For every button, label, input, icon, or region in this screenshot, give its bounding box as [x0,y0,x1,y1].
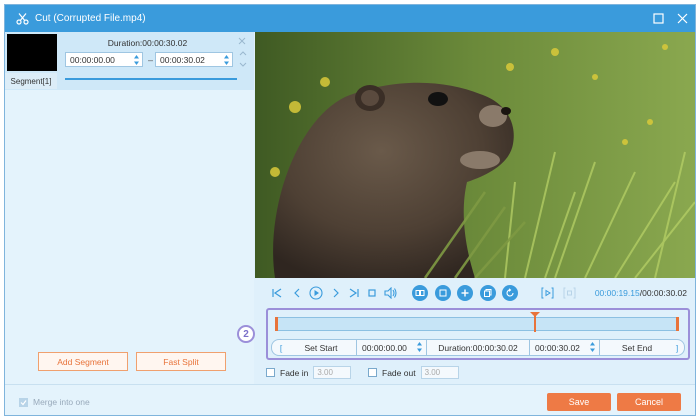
playhead-marker-icon[interactable] [530,312,540,317]
total-time: 00:00:30.02 [642,288,687,298]
spinner-icon[interactable] [223,54,230,66]
start-trim-handle[interactable] [275,317,278,331]
spinner-icon[interactable] [589,341,596,353]
volume-icon[interactable] [382,285,398,301]
segment-start-value: 00:00:00.00 [70,54,115,65]
divider [426,340,427,355]
divider [529,340,530,355]
segment-panel: Segment[1] Duration:00:00:30.02 00:00:00… [5,32,254,384]
segment-label: Segment[1] [5,73,57,89]
current-time: 00:00:19.15 [594,288,640,298]
spinner-icon[interactable] [133,54,140,66]
add-segment-icon[interactable] [457,285,473,301]
skip-start-icon[interactable] [269,285,285,301]
segment-start-field[interactable]: 00:00:00.00 [65,52,143,67]
set-end-button[interactable]: Set End [601,340,673,355]
segment-card[interactable]: Segment[1] Duration:00:00:30.02 00:00:00… [5,32,254,90]
playback-controls: 00:00:19.15/00:00:30.02 [255,281,695,305]
stop-segment-icon[interactable] [561,285,577,301]
end-bracket: ] [675,342,679,353]
trim-end-value: 00:00:30.02 [535,342,580,353]
delete-segment-icon[interactable] [237,36,247,46]
save-button[interactable]: Save [547,393,611,411]
add-segment-button[interactable]: Add Segment [38,352,128,371]
maximize-icon[interactable] [651,11,665,25]
divider [599,340,600,355]
fade-out-label: Fade out [382,367,416,378]
fast-split-button[interactable]: Fast Split [136,352,226,371]
merge-checkbox[interactable] [19,397,28,407]
segment-end-value: 00:00:30.02 [160,54,205,65]
spinner-icon[interactable] [416,341,423,353]
segment-duration: Duration:00:00:30.02 [107,38,188,48]
fade-in-option[interactable]: Fade in 3.00 [266,366,352,379]
footer-bar: Merge into one Save Cancel [5,384,695,415]
fade-in-duration-field[interactable]: 3.00 [313,366,352,379]
clip-frame-icon[interactable] [435,285,451,301]
cut-window: Cut (Corrupted File.mp4) Segment[1] Dura… [4,4,696,416]
cancel-button[interactable]: Cancel [617,393,681,411]
trim-control-bar: [ Set Start 00:00:00.00 Duration:00:00:3… [271,339,685,356]
time-range-dash: – [148,55,154,65]
fade-in-duration-value: 3.00 [317,368,333,377]
playback-time: 00:00:19.15/00:00:30.02 [595,288,687,298]
fade-in-label: Fade in [280,367,309,378]
end-trim-handle[interactable] [676,317,679,331]
play-icon[interactable] [308,285,324,301]
previous-frame-icon[interactable] [289,285,305,301]
step-callout-badge: 2 [237,325,255,343]
stop-icon[interactable] [364,285,380,301]
reset-icon[interactable] [502,285,518,301]
close-icon[interactable] [675,11,689,25]
split-clip-icon[interactable] [412,285,428,301]
start-bracket: [ [279,342,283,353]
set-start-button[interactable]: Set Start [286,340,356,355]
fade-out-duration-field[interactable]: 3.00 [420,366,459,379]
window-title: Cut (Corrupted File.mp4) [35,13,146,24]
trim-end-field[interactable]: 00:00:30.02 [531,340,591,355]
fade-out-option[interactable]: Fade out 3.00 [368,366,459,379]
trim-duration: Duration:00:00:30.02 [438,342,518,353]
trim-timeline[interactable] [275,312,679,332]
title-bar: Cut (Corrupted File.mp4) [5,5,695,32]
skip-end-icon[interactable] [346,285,362,301]
segment-progress-line [65,78,237,80]
video-preview[interactable] [255,32,695,278]
fade-in-checkbox[interactable] [266,368,275,377]
fade-out-duration-value: 3.00 [424,368,441,377]
merge-label: Merge into one [33,397,90,407]
divider [356,340,357,355]
copy-segment-icon[interactable] [480,285,496,301]
scissors-icon [15,12,29,26]
play-segment-icon[interactable] [539,285,555,301]
reorder-icon[interactable] [238,48,248,70]
segment-end-field[interactable]: 00:00:30.02 [155,52,233,67]
fade-out-checkbox[interactable] [368,368,377,377]
merge-option[interactable]: Merge into one [19,397,90,407]
video-frame-image [255,32,695,278]
next-frame-icon[interactable] [328,285,344,301]
segment-thumbnail [7,34,57,71]
trim-start-value: 00:00:00.00 [362,342,407,353]
